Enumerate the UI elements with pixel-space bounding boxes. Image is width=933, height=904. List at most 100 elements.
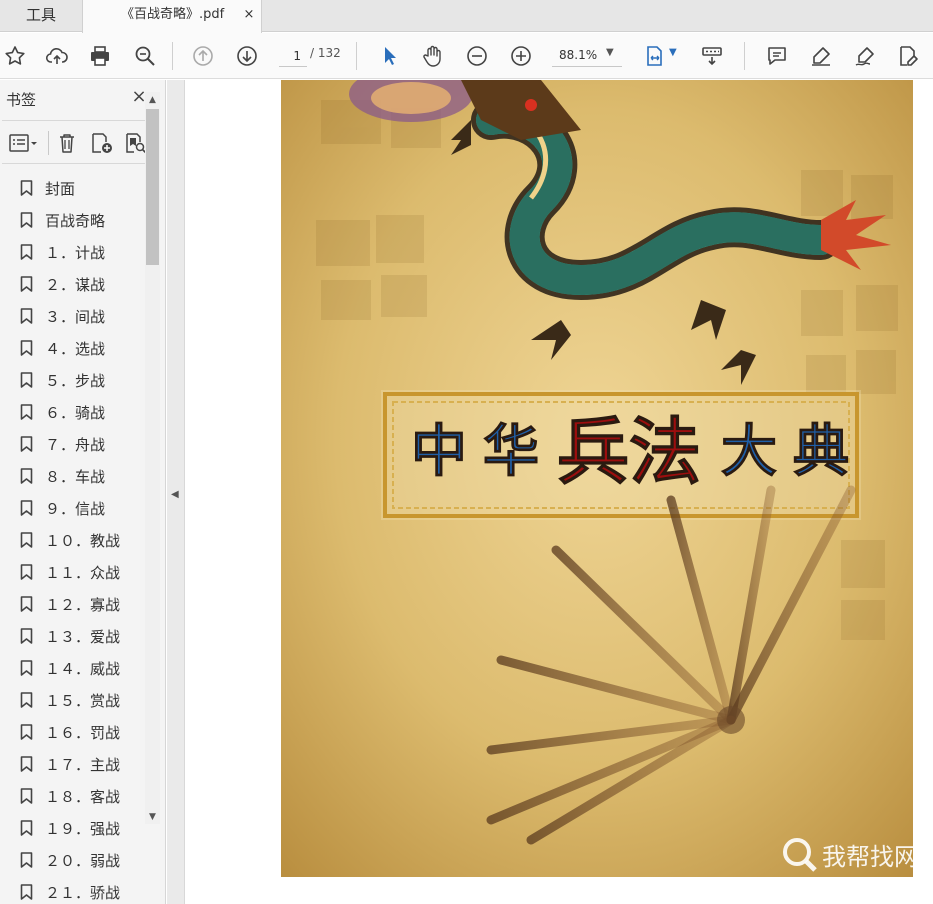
- zoom-search-icon[interactable]: [130, 41, 160, 71]
- bookmark-item[interactable]: ２１．骄战: [0, 876, 145, 904]
- bookmark-icon: [20, 276, 33, 292]
- bookmark-item[interactable]: １．计战: [0, 236, 145, 268]
- chevron-down-icon[interactable]: ▼: [606, 47, 614, 58]
- bookmark-item[interactable]: ４．选战: [0, 332, 145, 364]
- bookmark-item[interactable]: 百战奇略: [0, 204, 145, 236]
- bookmark-item[interactable]: １３．爱战: [0, 620, 145, 652]
- tab-close-icon[interactable]: ×: [241, 0, 257, 30]
- bookmark-item[interactable]: １２．寡战: [0, 588, 145, 620]
- bookmark-item[interactable]: １５．赏战: [0, 684, 145, 716]
- bookmark-icon: [20, 788, 33, 804]
- tab-bar: 工具 《百战奇略》.pdf ×: [0, 0, 933, 33]
- cover-title-char: 法: [629, 409, 701, 494]
- bookmark-item[interactable]: 封面: [0, 172, 145, 204]
- zoom-in-icon[interactable]: [506, 41, 536, 71]
- bookmark-icon: [20, 500, 33, 516]
- bookmark-item[interactable]: １１．众战: [0, 556, 145, 588]
- cloud-upload-icon[interactable]: [42, 41, 72, 71]
- edit-icon[interactable]: [893, 41, 923, 71]
- zoom-out-icon[interactable]: [462, 41, 492, 71]
- bookmark-icon: [20, 852, 33, 868]
- cover-title-char: 兵: [557, 409, 629, 494]
- delete-icon[interactable]: [54, 130, 80, 156]
- bookmark-label: １１．众战: [45, 564, 121, 582]
- bookmark-icon: [20, 884, 33, 900]
- bookmark-label: ８．车战: [45, 468, 106, 486]
- bookmark-icon: [20, 468, 33, 484]
- bookmark-label: ４．选战: [45, 340, 106, 358]
- page-up-icon[interactable]: [188, 41, 218, 71]
- bookmarks-panel: 书签 × 封面 百战奇略 １．计战 ２．谋战 ３．间战 ４．选战 ５．步战 ６．骑战 ７．舟战 ８…: [0, 80, 166, 904]
- bookmark-item[interactable]: ５．步战: [0, 364, 145, 396]
- bookmark-icon: [20, 340, 33, 356]
- bookmark-label: １．计战: [45, 244, 106, 262]
- bookmark-icon: [20, 436, 33, 452]
- bookmark-item[interactable]: １６．罚战: [0, 716, 145, 748]
- toolbar-separator: [356, 42, 357, 70]
- bookmark-label: １０．教战: [45, 532, 121, 550]
- bookmark-icon: [20, 596, 33, 612]
- watermark-brand: 我帮找网: [822, 843, 918, 871]
- bookmark-label: １９．强战: [45, 820, 121, 838]
- tab-document[interactable]: 《百战奇略》.pdf: [82, 0, 262, 33]
- bookmark-label: 封面: [45, 180, 76, 198]
- scroll-up-icon[interactable]: ▲: [145, 92, 160, 108]
- bookmark-label: 百战奇略: [45, 212, 106, 230]
- bookmark-item[interactable]: ６．骑战: [0, 396, 145, 428]
- tab-tools[interactable]: 工具: [0, 0, 82, 32]
- scroll-down-icon[interactable]: ▼: [145, 810, 160, 824]
- bookmark-list: 封面百战奇略 １．计战 ２．谋战 ３．间战 ４．选战 ５．步战 ６．骑战 ７．舟战 ８．车战 ９．…: [0, 172, 145, 904]
- bookmark-icon: [20, 756, 33, 772]
- bookmark-icon: [20, 628, 33, 644]
- pdf-page: 中华兵法大典: [281, 80, 913, 877]
- bookmark-item[interactable]: ８．车战: [0, 460, 145, 492]
- add-bookmark-icon[interactable]: [88, 130, 116, 156]
- bookmark-item[interactable]: ２０．弱战: [0, 844, 145, 876]
- hand-icon[interactable]: [418, 41, 448, 71]
- collapse-arrow-icon[interactable]: ◀: [171, 489, 179, 500]
- bookmark-label: ３．间战: [45, 308, 106, 326]
- highlight-icon[interactable]: [806, 41, 836, 71]
- bookmark-label: １２．寡战: [45, 596, 121, 614]
- fit-page-icon[interactable]: [640, 41, 670, 71]
- cover-title-char: 华: [483, 419, 539, 485]
- bookmark-icon: [20, 692, 33, 708]
- bookmark-label: １５．赏战: [45, 692, 121, 710]
- print-icon[interactable]: [85, 41, 115, 71]
- bookmark-item[interactable]: １７．主战: [0, 748, 145, 780]
- bookmark-item[interactable]: ３．间战: [0, 300, 145, 332]
- bookmark-item[interactable]: ９．信战: [0, 492, 145, 524]
- bookmark-label: ２０．弱战: [45, 852, 121, 870]
- watermark-domain: wobangzhao.com: [772, 875, 912, 894]
- toolbar-separator: [172, 42, 173, 70]
- page-number-input[interactable]: [279, 45, 307, 67]
- bookmark-tools: [2, 120, 154, 164]
- bookmark-label: １８．客战: [45, 788, 121, 806]
- chevron-down-icon[interactable]: ▼: [669, 47, 677, 58]
- bookmark-item[interactable]: １８．客战: [0, 780, 145, 812]
- comment-icon[interactable]: [762, 41, 792, 71]
- bookmark-icon: [20, 372, 33, 388]
- bookmark-icon: [20, 180, 33, 196]
- cover-image: 中华兵法大典: [281, 80, 913, 877]
- bookmark-item[interactable]: ２．谋战: [0, 268, 145, 300]
- tool-separator: [48, 131, 49, 155]
- toolbar: / 132 88.1% ▼ ▼: [0, 33, 933, 79]
- star-icon[interactable]: [0, 41, 30, 71]
- page-total: / 132: [310, 46, 341, 60]
- bookmark-label: １３．爱战: [45, 628, 121, 646]
- scrollbar-thumb[interactable]: [146, 109, 159, 265]
- bookmark-item[interactable]: １０．教战: [0, 524, 145, 556]
- bookmark-item[interactable]: １９．强战: [0, 812, 145, 844]
- cover-title-char: 典: [793, 419, 849, 485]
- bookmark-icon: [20, 532, 33, 548]
- bookmark-item[interactable]: ７．舟战: [0, 428, 145, 460]
- scroll-mode-icon[interactable]: [697, 41, 727, 71]
- page-down-icon[interactable]: [232, 41, 262, 71]
- cover-title-char: 中: [411, 419, 467, 485]
- select-arrow-icon[interactable]: [374, 41, 404, 71]
- bookmark-item[interactable]: １４．威战: [0, 652, 145, 684]
- sign-icon[interactable]: [850, 41, 880, 71]
- options-menu-icon[interactable]: [4, 130, 42, 156]
- bookmark-label: ６．骑战: [45, 404, 106, 422]
